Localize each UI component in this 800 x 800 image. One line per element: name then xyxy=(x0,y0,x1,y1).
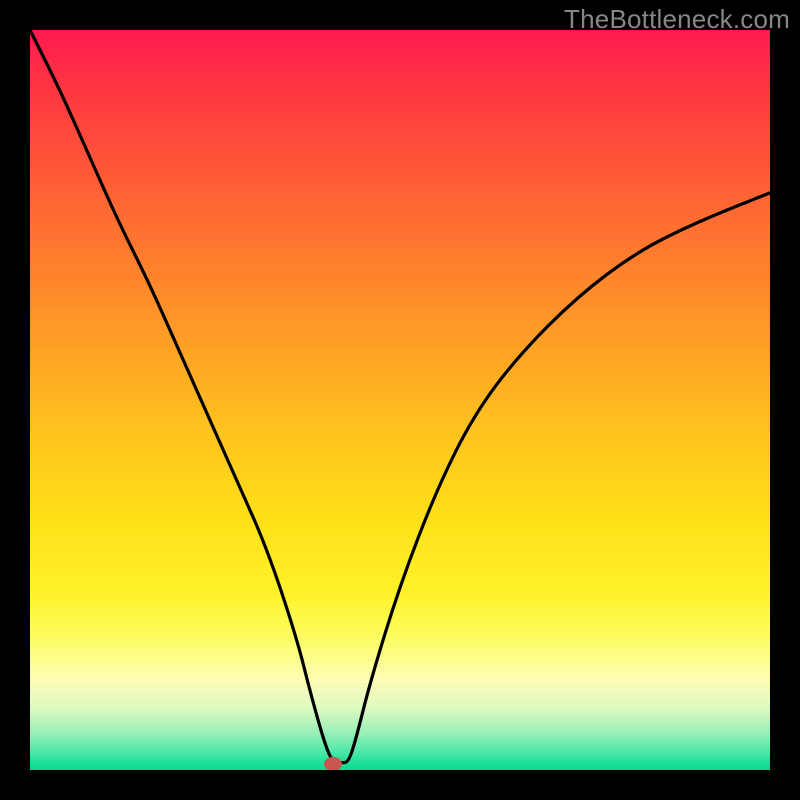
curve-layer xyxy=(30,30,770,770)
optimal-point-marker xyxy=(324,757,342,770)
chart-frame: TheBottleneck.com xyxy=(0,0,800,800)
watermark-text: TheBottleneck.com xyxy=(564,4,790,35)
plot-area xyxy=(30,30,770,770)
bottleneck-curve xyxy=(30,30,770,763)
